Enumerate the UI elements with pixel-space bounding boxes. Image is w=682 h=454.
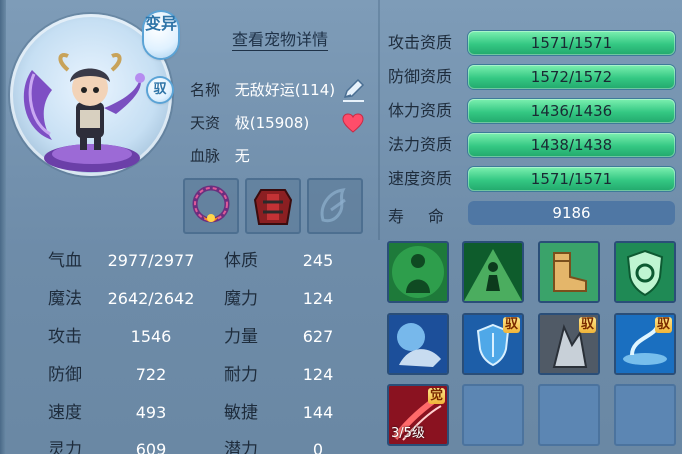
stat-label-mp: 魔法 <box>48 289 82 309</box>
pet-bloodline-value: 无 <box>234 147 250 165</box>
stat-value-hp: 2977/2977 <box>107 251 195 270</box>
skill-slot-8[interactable]: 驭 <box>614 313 676 375</box>
pet-name-label: 名称 <box>190 81 221 99</box>
green-silhouette-skill-icon <box>389 243 447 301</box>
skill-slot-7[interactable]: 驭 <box>538 313 600 375</box>
skill-slot-1[interactable] <box>387 241 449 303</box>
pet-name-value: 无敌好运(114) <box>234 81 336 99</box>
equipment-slot-collar[interactable] <box>183 178 239 234</box>
skill-slot-5[interactable] <box>387 313 449 375</box>
aptitude-bar-stamina: 1436/1436 <box>468 99 675 123</box>
green-figure-aura-skill-icon <box>464 243 522 301</box>
skill-slot-empty-1[interactable] <box>462 384 524 446</box>
aptitude-label-mana: 法力资质 <box>388 135 453 154</box>
edit-name-pencil-icon[interactable] <box>340 77 366 103</box>
attr-value-potential: 0 <box>312 440 324 454</box>
tame-tag-label: 驭 <box>502 317 520 333</box>
attr-label-endurance: 耐力 <box>224 365 258 385</box>
mutation-badge: 变异 <box>144 12 178 58</box>
collar-equipment-icon <box>192 185 230 223</box>
aptitude-bar-speed: 1571/1571 <box>468 167 675 191</box>
pet-name-row: 名称 无敌好运(114) <box>190 80 335 100</box>
attr-value-endurance: 124 <box>302 365 334 384</box>
empty-slot-placeholder-icon <box>320 188 346 223</box>
pet-bloodline-label: 血脉 <box>190 147 221 165</box>
tame-tag-label: 驭 <box>654 317 672 333</box>
equipment-slot-empty[interactable] <box>307 178 363 234</box>
blue-beast-skill-icon <box>389 315 447 373</box>
attr-label-magic: 魔力 <box>224 289 258 309</box>
skill-slot-3[interactable] <box>538 241 600 303</box>
stat-label-attack: 攻击 <box>48 327 82 347</box>
boot-skill-icon <box>540 243 598 301</box>
stat-label-speed: 速度 <box>48 403 82 423</box>
heart-icon[interactable] <box>342 113 364 133</box>
skill-slot-6[interactable]: 驭 <box>462 313 524 375</box>
column-divider <box>378 0 380 240</box>
attr-value-magic: 124 <box>302 289 334 308</box>
aptitude-label-stamina: 体力资质 <box>388 101 453 120</box>
panel-left-edge <box>0 0 6 454</box>
stat-value-mp: 2642/2642 <box>107 289 195 308</box>
aptitude-label-speed: 速度资质 <box>388 169 453 188</box>
armor-equipment-icon <box>253 189 293 225</box>
stat-label-hp: 气血 <box>48 251 82 271</box>
lifespan-label: 寿命 <box>388 207 469 226</box>
pet-talent-label: 天资 <box>190 114 221 132</box>
equipment-slot-armor[interactable] <box>245 178 301 234</box>
pet-bloodline-row: 血脉 无 <box>190 146 250 166</box>
awaken-tag-label: 觉 <box>427 388 445 404</box>
attr-label-constitution: 体质 <box>224 251 258 271</box>
awaken-level-label: 3/5级 <box>391 426 425 441</box>
pet-detail-panel: 变异 驭 查看宠物详情 名称 无敌好运(114) 天资 极(15908) 血脉 … <box>0 0 682 454</box>
aptitude-bar-mana: 1438/1438 <box>468 133 675 157</box>
aptitude-bar-attack: 1571/1571 <box>468 31 675 55</box>
skill-slot-4[interactable] <box>614 241 676 303</box>
attr-value-agility: 144 <box>302 403 334 422</box>
aptitude-label-attack: 攻击资质 <box>388 33 453 52</box>
stat-label-spirit: 灵力 <box>48 440 82 454</box>
attr-value-strength: 627 <box>302 327 334 346</box>
tame-badge: 驭 <box>148 78 172 102</box>
stat-value-attack: 1546 <box>130 327 172 346</box>
aptitude-bar-defense: 1572/1572 <box>468 65 675 89</box>
skill-slot-awaken[interactable]: 觉 3/5级 <box>387 384 449 446</box>
pet-portrait-image <box>23 53 145 172</box>
skill-slot-empty-2[interactable] <box>538 384 600 446</box>
pet-talent-value: 极(15908) <box>234 114 310 132</box>
stat-label-defense: 防御 <box>48 365 82 385</box>
attr-label-potential: 潜力 <box>224 440 258 454</box>
view-pet-details-link[interactable]: 查看宠物详情 <box>232 30 329 51</box>
stat-value-defense: 722 <box>135 365 167 384</box>
skill-slot-2[interactable] <box>462 241 524 303</box>
pet-talent-row: 天资 极(15908) <box>190 113 309 133</box>
attr-label-strength: 力量 <box>224 327 258 347</box>
skill-slot-empty-3[interactable] <box>614 384 676 446</box>
lifespan-bar: 9186 <box>468 201 675 225</box>
aptitude-label-defense: 防御资质 <box>388 67 453 86</box>
tame-tag-label: 驭 <box>578 317 596 333</box>
stat-value-speed: 493 <box>135 403 167 422</box>
attr-label-agility: 敏捷 <box>224 403 258 423</box>
stat-value-spirit: 609 <box>135 440 167 454</box>
attr-value-constitution: 245 <box>302 251 334 270</box>
green-shield-skill-icon <box>616 243 674 301</box>
